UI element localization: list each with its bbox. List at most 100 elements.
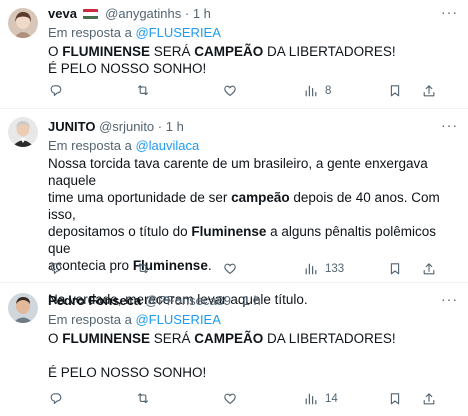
user-handle[interactable]: @anygatinhs: [105, 6, 181, 21]
tweet-header: Pedro Fonseca @PFonseca89 · 1 h: [48, 293, 261, 309]
share-icon: [423, 263, 435, 275]
text-run: O: [48, 331, 63, 346]
bookmark-button[interactable]: [387, 82, 403, 100]
views-count: 14: [325, 393, 338, 405]
tweet-text: O FLUMINENSE SERÁ CAMPEÃO DA LIBERTADORE…: [48, 330, 454, 381]
views-icon: [305, 263, 317, 275]
bookmark-button[interactable]: [387, 260, 403, 278]
views-button[interactable]: 14: [303, 390, 338, 408]
retweet-icon: [138, 393, 148, 404]
bookmark-icon: [390, 85, 400, 97]
reply-icon: [50, 393, 62, 404]
reply-prefix: Em resposta a: [48, 138, 132, 153]
text-line: depositamos o título do Fluminense a alg…: [48, 223, 454, 257]
bold-text: CAMPEÃO: [194, 331, 264, 346]
like-button[interactable]: [222, 260, 238, 278]
share-icon: [423, 85, 435, 97]
avatar-image: [8, 117, 38, 147]
more-options-icon[interactable]: ···: [441, 291, 458, 307]
share-button[interactable]: [421, 82, 437, 100]
avatar[interactable]: [8, 293, 38, 323]
reply-to-link[interactable]: @FLUSERIEA: [135, 312, 220, 327]
reply-prefix: Em resposta a: [48, 312, 132, 327]
timestamp[interactable]: · 1 h: [185, 6, 211, 21]
tweet[interactable]: Pedro Fonseca @PFonseca89 · 1 h ··· Em r…: [0, 283, 468, 416]
display-name[interactable]: Pedro Fonseca: [48, 293, 141, 308]
tweet-text: O FLUMINENSE SERÁ CAMPEÃO DA LIBERTADORE…: [48, 43, 454, 77]
reply-context: Em resposta a @FLUSERIEA: [48, 312, 221, 328]
tweet[interactable]: veva @anygatinhs · 1 h ··· Em resposta a…: [0, 0, 468, 108]
views-button[interactable]: 133: [303, 260, 344, 278]
avatar-image: [8, 293, 38, 323]
text-run: O: [48, 44, 63, 59]
display-name[interactable]: veva: [48, 6, 77, 21]
user-handle[interactable]: @PFonseca89: [145, 293, 231, 308]
retweet-icon: [138, 85, 148, 96]
bookmark-icon: [390, 393, 400, 405]
timestamp[interactable]: · 1 h: [235, 293, 261, 308]
text-line: É PELO NOSSO SONHO!: [48, 60, 454, 77]
reply-context: Em resposta a @lauvilaca: [48, 138, 199, 154]
reply-icon: [50, 85, 62, 96]
reply-to-link[interactable]: @lauvilaca: [135, 138, 199, 153]
tweet[interactable]: JUNITO @srjunito · 1 h ··· Em resposta a…: [0, 109, 468, 307]
bookmark-icon: [390, 263, 400, 275]
bookmark-button[interactable]: [387, 390, 403, 408]
reply-button[interactable]: [48, 390, 64, 408]
bold-text: Fluminense: [191, 224, 267, 239]
share-icon: [423, 393, 435, 405]
tweet-actions: 14: [48, 390, 458, 408]
display-name[interactable]: JUNITO: [48, 119, 95, 134]
avatar[interactable]: [8, 8, 38, 38]
tweet-header: JUNITO @srjunito · 1 h: [48, 119, 184, 135]
retweet-icon: [138, 263, 148, 274]
text-run: time uma oportunidade de ser: [48, 190, 232, 205]
reply-context: Em resposta a @FLUSERIEA: [48, 25, 221, 41]
text-run: SERÁ: [150, 331, 195, 346]
reply-icon: [50, 263, 62, 274]
retweet-button[interactable]: [135, 82, 151, 100]
reply-button[interactable]: [48, 260, 64, 278]
views-icon: [305, 393, 317, 405]
more-options-icon[interactable]: ···: [441, 117, 458, 133]
text-run: depositamos o título do: [48, 224, 192, 239]
retweet-button[interactable]: [135, 390, 151, 408]
reply-to-link[interactable]: @FLUSERIEA: [135, 25, 220, 40]
bold-text: CAMPEÃO: [194, 44, 264, 59]
bold-text: FLUMINENSE: [62, 44, 151, 59]
text-line: Nossa torcida tava carente de um brasile…: [48, 155, 454, 189]
text-run: DA LIBERTADORES!: [263, 331, 396, 346]
text-line: O FLUMINENSE SERÁ CAMPEÃO DA LIBERTADORE…: [48, 43, 454, 60]
tweet-actions: 8: [48, 82, 458, 100]
retweet-button[interactable]: [135, 260, 151, 278]
like-icon: [224, 263, 236, 274]
reply-prefix: Em resposta a: [48, 25, 132, 40]
avatar[interactable]: [8, 117, 38, 147]
text-run: É PELO NOSSO SONHO!: [48, 365, 207, 380]
like-icon: [224, 85, 236, 96]
text-run: É PELO NOSSO SONHO!: [48, 61, 207, 76]
like-icon: [224, 393, 236, 404]
hungary-flag-icon: [82, 9, 98, 19]
like-button[interactable]: [222, 82, 238, 100]
avatar-image: [8, 8, 38, 38]
share-button[interactable]: [421, 260, 437, 278]
like-button[interactable]: [222, 390, 238, 408]
tweet-header: veva @anygatinhs · 1 h: [48, 6, 211, 22]
text-line: time uma oportunidade de ser campeão dep…: [48, 189, 454, 223]
user-handle[interactable]: @srjunito: [99, 119, 154, 134]
bold-text: FLUMINENSE: [62, 331, 151, 346]
views-button[interactable]: 8: [303, 82, 331, 100]
text-run: SERÁ: [150, 44, 195, 59]
reply-button[interactable]: [48, 82, 64, 100]
share-button[interactable]: [421, 390, 437, 408]
views-count: 8: [325, 85, 332, 97]
more-options-icon[interactable]: ···: [441, 4, 458, 20]
timestamp[interactable]: · 1 h: [158, 119, 184, 134]
views-icon: [305, 85, 317, 97]
text-run: DA LIBERTADORES!: [263, 44, 396, 59]
text-line: É PELO NOSSO SONHO!: [48, 364, 454, 381]
bold-text: campeão: [231, 190, 290, 205]
views-count: 133: [325, 263, 345, 275]
